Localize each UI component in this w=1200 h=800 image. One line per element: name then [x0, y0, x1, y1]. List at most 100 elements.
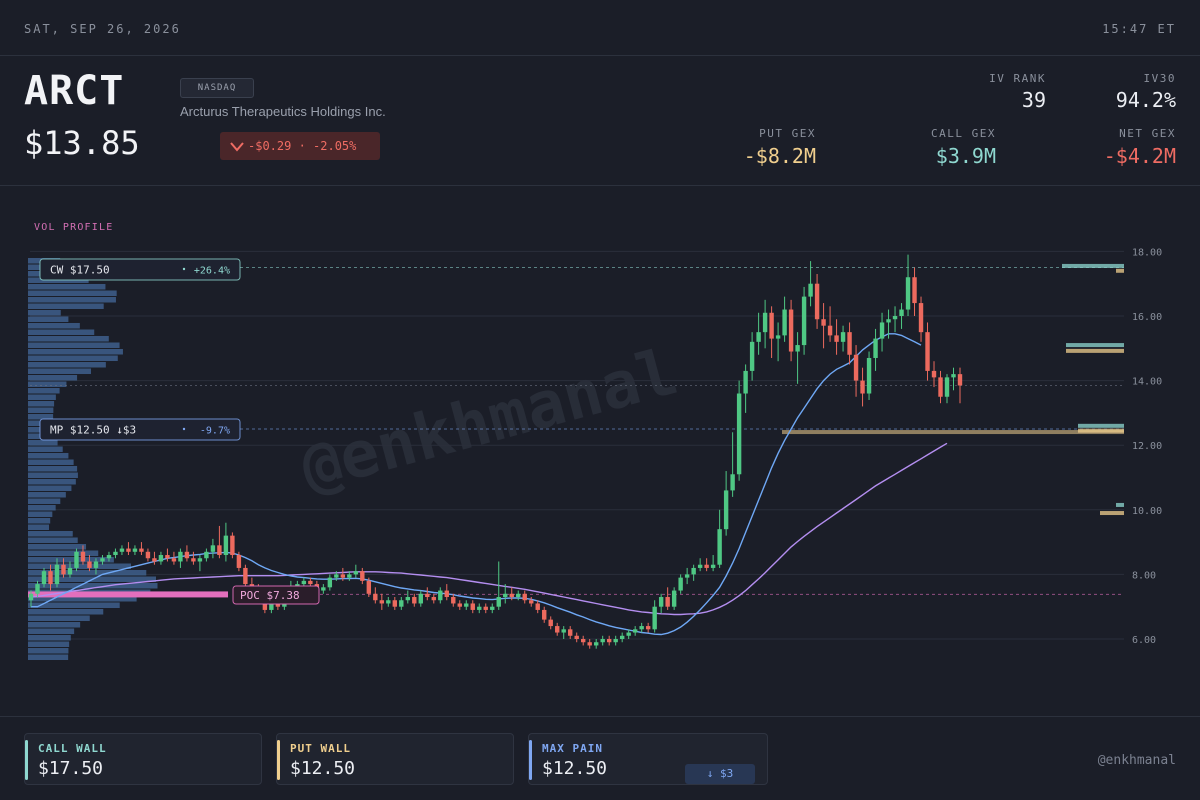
mp-tag-label: MP $12.50 ↓$3 [50, 424, 136, 437]
candle-body [697, 564, 703, 568]
volume-profile-bar [28, 323, 80, 329]
candle-body [593, 642, 599, 646]
last-price: $13.85 [24, 124, 140, 162]
candle-body [853, 354, 859, 381]
candle-body [431, 597, 436, 601]
candle-body [509, 593, 514, 598]
call-wall-value: $17.50 [38, 758, 104, 779]
candle-body [665, 597, 670, 607]
gex-bar [1066, 348, 1124, 353]
time-label: 15:47 ET [1102, 22, 1176, 36]
candle-body [925, 332, 930, 371]
candle-body [425, 593, 430, 598]
candle-body [217, 545, 222, 556]
candle-body [470, 603, 475, 610]
max-pain-card: MAX PAIN $12.50 ↓ $3 [528, 733, 768, 785]
candle-body [691, 567, 696, 575]
candle-body [496, 597, 501, 607]
candle-body [606, 639, 612, 643]
candle-body [918, 303, 924, 333]
candle-body [373, 593, 378, 601]
candle-body [444, 590, 449, 598]
volume-profile-bar [28, 310, 61, 316]
candle-body [723, 490, 729, 530]
ticker-symbol: ARCT [24, 68, 125, 114]
candle-body [139, 548, 144, 552]
candle-body [178, 551, 183, 562]
candle-body [126, 548, 131, 552]
candle-body [626, 632, 631, 636]
candle-body [639, 626, 644, 630]
author-handle: @enkhmanal [1097, 753, 1176, 768]
candle-body [561, 629, 566, 633]
volume-profile-bar [28, 524, 50, 530]
volume-profile-bar [28, 290, 117, 296]
candle-body [762, 312, 768, 333]
y-tick-label: 12.00 [1132, 441, 1162, 452]
candle-body [87, 561, 92, 568]
candle-body [366, 580, 372, 594]
candle-body [223, 535, 229, 556]
candle-body [490, 606, 495, 610]
candle-body [340, 574, 346, 578]
max-pain-value: $12.50 [542, 758, 608, 779]
candle-body [821, 319, 826, 326]
candle-body [756, 332, 761, 342]
candle-body [600, 639, 605, 643]
moving-averages [30, 333, 948, 636]
candle-body [619, 635, 625, 639]
company-name: Arcturus Therapeutics Holdings Inc. [180, 104, 386, 119]
sma-slow-line [30, 442, 948, 616]
candle-body [892, 316, 898, 320]
candle-body [808, 283, 813, 297]
net-gex-label: NET GEX [1119, 127, 1176, 140]
volume-profile-bar [28, 654, 69, 660]
candle-body [632, 629, 638, 633]
candle-body [321, 587, 326, 591]
candle-body [457, 603, 462, 607]
volume-profile-bar [28, 544, 87, 550]
candle-body [717, 529, 722, 565]
candle-body [743, 370, 748, 394]
volume-profile-bar [28, 537, 78, 543]
max-pain-delta-badge: ↓ $3 [685, 764, 755, 784]
candle-body [197, 558, 203, 562]
candle-body [301, 580, 307, 585]
candle-body [522, 593, 527, 601]
candle-body [866, 357, 872, 394]
volume-profile-bar [28, 648, 69, 654]
volume-profile-bar [28, 531, 73, 537]
candle-body [464, 603, 469, 607]
candle-body [54, 564, 60, 585]
candle-body [80, 551, 86, 562]
volume-profile-bar [28, 492, 66, 498]
candle-body [438, 590, 443, 601]
candle-body [28, 593, 34, 601]
candle-body [158, 555, 164, 562]
candle-body [418, 593, 423, 604]
y-tick-label: 18.00 [1132, 247, 1162, 258]
candle-body [230, 535, 235, 556]
volume-profile-bar [28, 609, 104, 615]
candle-body [236, 555, 242, 568]
candle-body [873, 338, 878, 358]
volume-profile-bar [28, 297, 116, 303]
candle-body [483, 606, 488, 610]
candle-body [353, 571, 359, 575]
volume-profile-bar [28, 316, 69, 322]
iv30-label: IV30 [1143, 72, 1176, 85]
cw-tag-label: CW $17.50 [50, 264, 110, 277]
volume-profile-bar [28, 453, 69, 459]
candle-body [100, 558, 105, 562]
candle-body [392, 600, 398, 607]
put-wall-card: PUT WALL $12.50 [276, 733, 514, 785]
candle-body [106, 555, 112, 559]
candle-body [145, 551, 151, 559]
candle-body [204, 551, 209, 559]
volume-profile-bar [28, 381, 67, 387]
candle-body [710, 564, 716, 568]
quote-header: ARCT $13.85 NASDAQ Arcturus Therapeutics… [0, 56, 1200, 186]
volume-profile-bar [28, 368, 91, 374]
candle-body [684, 574, 690, 578]
candle-body [184, 551, 190, 559]
